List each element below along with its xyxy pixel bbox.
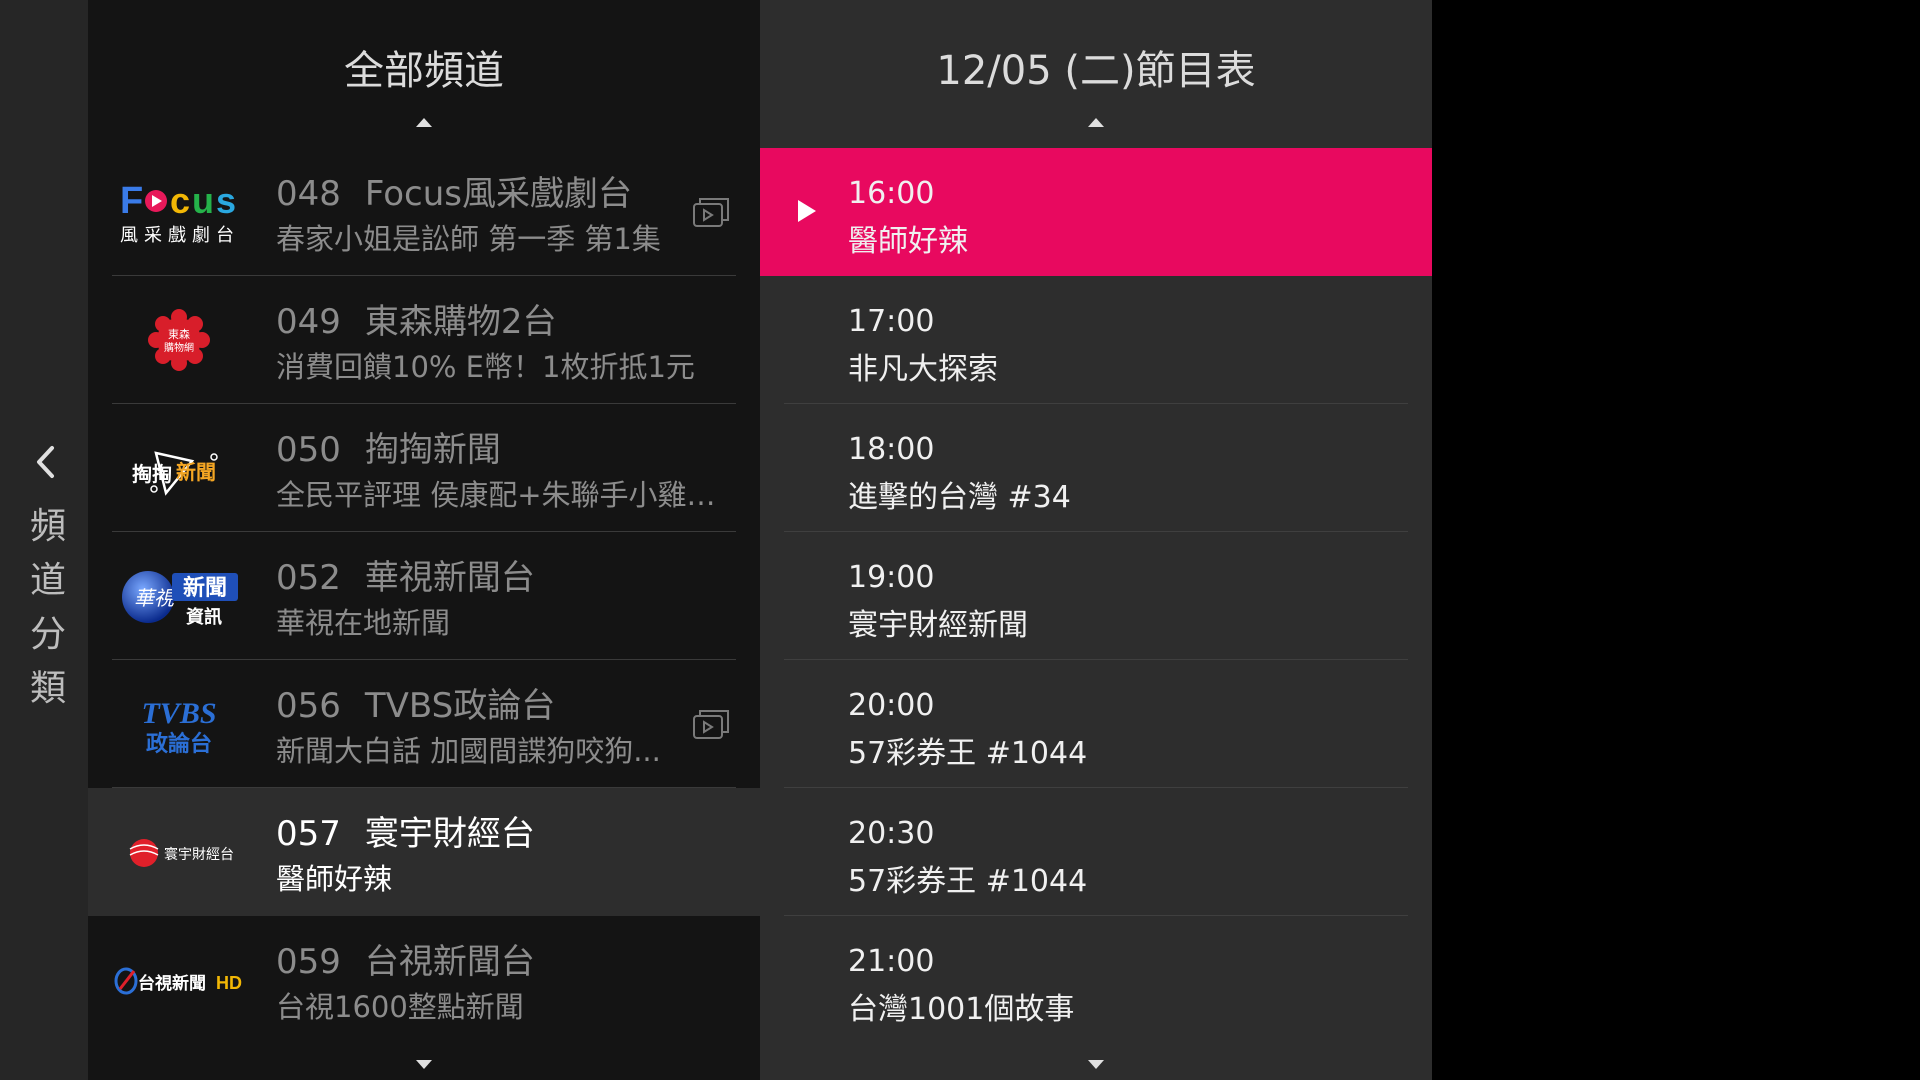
- svg-text:寰宇財經台: 寰宇財經台: [164, 847, 234, 863]
- channel-row[interactable]: F c u s 風采戲劇台 048 Focus風采戲劇台 春家小姐是訟師 第一季 …: [88, 148, 760, 276]
- channel-number: 059: [276, 942, 341, 982]
- svg-text:購物網: 購物網: [164, 341, 194, 354]
- channel-number: 056: [276, 686, 341, 726]
- category-char: 頻: [29, 506, 66, 547]
- channel-number: 050: [276, 430, 341, 470]
- program-row[interactable]: 20:00 57彩券王 #1044: [760, 660, 1432, 788]
- program-time: 21:00: [848, 944, 935, 979]
- program-time: 19:00: [848, 560, 935, 595]
- program-time: 16:00: [848, 176, 935, 211]
- svg-text:HD: HD: [216, 973, 242, 993]
- program-row[interactable]: 21:00 台灣1001個故事: [760, 916, 1432, 1044]
- channel-name: Focus風采戲劇台: [364, 174, 633, 214]
- scroll-down-icon[interactable]: [1088, 1060, 1104, 1069]
- category-char: 分: [29, 614, 66, 655]
- channel-number: 049: [276, 302, 341, 342]
- category-char: 道: [29, 560, 66, 601]
- channel-logo: 東森 購物網: [112, 300, 246, 380]
- channel-title: 052 華視新聞台: [276, 550, 535, 599]
- channel-row[interactable]: 華視 新聞 資訊 052 華視新聞台 華視在地新聞: [88, 532, 760, 660]
- program-name: 台灣1001個故事: [848, 992, 1075, 1027]
- svg-text:TVBS: TVBS: [141, 697, 216, 730]
- program-name: 57彩券王 #1044: [848, 864, 1088, 899]
- svg-text:風采戲劇台: 風采戲劇台: [120, 225, 240, 246]
- channel-title: 057 寰宇財經台: [276, 806, 535, 855]
- program-row[interactable]: 17:00 非凡大探索: [760, 276, 1432, 404]
- category-strip[interactable]: 頻 道 分 類: [0, 0, 88, 1080]
- channel-row[interactable]: 掏掏 新聞 050 掏掏新聞 全民平評理 侯康配+朱聯手小雞站...: [88, 404, 760, 532]
- program-time: 20:30: [848, 816, 935, 851]
- channel-row-selected[interactable]: 寰宇財經台 057 寰宇財經台 醫師好辣: [88, 788, 760, 916]
- channel-number: 057: [276, 814, 341, 854]
- channel-name: 寰宇財經台: [364, 814, 535, 854]
- channel-current-program: 台視1600整點新聞: [276, 990, 524, 1024]
- channel-row[interactable]: TVBS 政論台 056 TVBS政論台 新聞大白話 加國間諜狗咬狗...: [88, 660, 760, 788]
- channel-name: 掏掏新聞: [364, 430, 501, 470]
- scroll-up-icon[interactable]: [416, 118, 432, 127]
- channel-name: TVBS政論台: [364, 686, 556, 726]
- play-icon: [798, 200, 816, 222]
- category-label[interactable]: 頻 道 分 類: [0, 500, 96, 716]
- channel-logo: TVBS 政論台: [112, 684, 246, 764]
- program-name: 醫師好辣: [848, 224, 968, 259]
- multi-view-icon: [692, 194, 732, 230]
- channel-title: 050 掏掏新聞: [276, 422, 501, 471]
- program-row[interactable]: 19:00 寰宇財經新聞: [760, 532, 1432, 660]
- scroll-down-icon[interactable]: [416, 1060, 432, 1069]
- category-char: 類: [29, 668, 66, 709]
- channel-current-program: 全民平評理 侯康配+朱聯手小雞站...: [276, 478, 738, 512]
- channel-number: 052: [276, 558, 341, 598]
- program-time: 17:00: [848, 304, 935, 339]
- program-panel-title: 12/05 (二)節目表: [936, 48, 1256, 94]
- channel-name: 台視新聞台: [364, 942, 535, 982]
- channel-name: 東森購物2台: [364, 302, 557, 342]
- channel-title: 048 Focus風采戲劇台: [276, 166, 632, 215]
- program-name: 57彩券王 #1044: [848, 736, 1088, 771]
- channel-logo: 台視新聞 HD: [112, 940, 246, 1020]
- channel-current-program: 華視在地新聞: [276, 606, 451, 640]
- channel-title: 059 台視新聞台: [276, 934, 535, 983]
- svg-text:F: F: [120, 180, 143, 222]
- program-row-current[interactable]: 16:00 醫師好辣: [760, 148, 1432, 276]
- channel-title: 056 TVBS政論台: [276, 678, 555, 727]
- program-row[interactable]: 20:30 57彩券王 #1044: [760, 788, 1432, 916]
- program-time: 18:00: [848, 432, 935, 467]
- program-name: 寰宇財經新聞: [848, 608, 1028, 643]
- program-row[interactable]: 18:00 進擊的台灣 #34: [760, 404, 1432, 532]
- channel-current-program: 新聞大白話 加國間諜狗咬狗...: [276, 734, 661, 768]
- svg-text:台視新聞: 台視新聞: [138, 973, 206, 994]
- channel-current-program: 春家小姐是訟師 第一季 第1集: [276, 222, 661, 256]
- svg-text:掏掏: 掏掏: [132, 462, 172, 486]
- program-guide-panel: 12/05 (二)節目表 16:00 醫師好辣 17:00 非凡大探索 18:0…: [760, 0, 1432, 1080]
- channel-panel-title: 全部頻道: [344, 48, 504, 94]
- svg-text:新聞: 新聞: [183, 575, 227, 601]
- channel-current-program: 醫師好辣: [276, 862, 393, 896]
- svg-text:資訊: 資訊: [186, 606, 222, 628]
- channel-logo: 寰宇財經台: [112, 812, 246, 892]
- channel-name: 華視新聞台: [364, 558, 535, 598]
- multi-view-icon: [692, 706, 732, 742]
- channel-number: 048: [276, 174, 341, 214]
- program-time: 20:00: [848, 688, 935, 723]
- program-name: 非凡大探索: [848, 352, 998, 387]
- channel-list-panel: 全部頻道 F c u s 風采戲劇台 048 Focus風采戲劇台 春家小姐是訟師…: [88, 0, 760, 1080]
- svg-text:s: s: [216, 180, 236, 221]
- channel-current-program: 消費回饋10% E幣！1枚折抵1元: [276, 350, 695, 384]
- svg-text:華視: 華視: [134, 586, 177, 610]
- channel-logo: F c u s 風采戲劇台: [112, 172, 246, 252]
- svg-text:u: u: [192, 180, 214, 221]
- program-name: 進擊的台灣 #34: [848, 480, 1071, 515]
- svg-text:c: c: [170, 180, 190, 221]
- svg-text:新聞: 新聞: [176, 460, 216, 484]
- channel-logo: 華視 新聞 資訊: [112, 556, 246, 636]
- chevron-left-icon[interactable]: [28, 444, 64, 480]
- channel-row[interactable]: 東森 購物網 049 東森購物2台 消費回饋10% E幣！1枚折抵1元: [88, 276, 760, 404]
- scroll-up-icon[interactable]: [1088, 118, 1104, 127]
- channel-row[interactable]: 台視新聞 HD 059 台視新聞台 台視1600整點新聞: [88, 916, 760, 1044]
- channel-logo: 掏掏 新聞: [112, 428, 246, 508]
- channel-title: 049 東森購物2台: [276, 294, 557, 343]
- svg-text:東森: 東森: [168, 327, 190, 341]
- svg-text:政論台: 政論台: [146, 731, 212, 757]
